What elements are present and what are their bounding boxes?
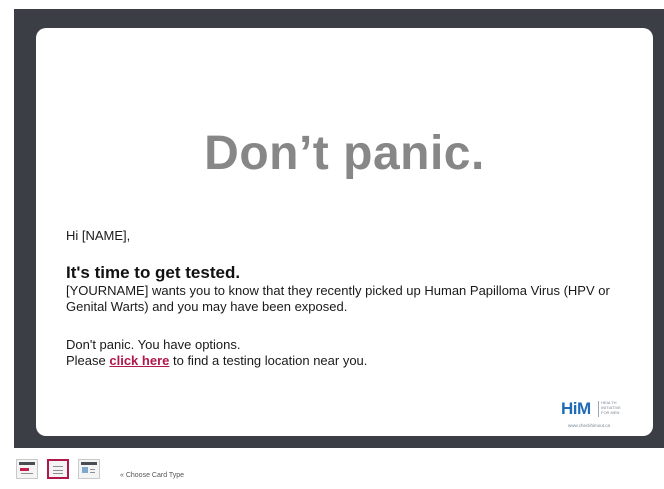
card-options: Don't panic. You have options. Please cl… (66, 337, 367, 369)
card-type-thumb-2[interactable] (47, 459, 69, 479)
cta-prefix: Please (66, 353, 110, 368)
thumb-text-line (21, 473, 33, 474)
thumb-image-block (82, 467, 88, 473)
thumb-text-line (53, 470, 63, 471)
cta-line: Please click here to find a testing loca… (66, 353, 367, 369)
ecard: Don’t panic. Hi [NAME], It's time to get… (36, 28, 653, 436)
choose-card-type-link[interactable]: « Choose Card Type (120, 472, 184, 479)
logo-url: www.checkhimout.ca (568, 423, 611, 428)
card-body: [YOURNAME] wants you to know that they r… (66, 283, 610, 314)
logo-words: HEALTH INITIATIVE FOR MEN (601, 400, 621, 415)
options-line: Don't panic. You have options. (66, 337, 241, 352)
logo-word-3: FOR MEN (601, 410, 620, 415)
card-headline: Don’t panic. (204, 127, 485, 180)
card-type-thumb-3[interactable] (78, 459, 100, 479)
card-subheading: It's time to get tested. (66, 263, 241, 282)
thumb-header-bar (81, 462, 97, 465)
cta-suffix: to find a testing location near you. (169, 353, 368, 368)
card-preview-frame: Don’t panic. Hi [NAME], It's time to get… (14, 9, 664, 448)
thumb-text-line (53, 466, 63, 467)
thumb-accent (20, 468, 29, 471)
thumb-text-line (90, 469, 95, 470)
him-logo: HiM HEALTH INITIATIVE FOR MEN www.checkh… (561, 399, 641, 433)
click-here-link[interactable]: click here (109, 353, 169, 368)
thumb-header-bar (19, 462, 35, 465)
logo-divider (598, 401, 599, 417)
logo-mark: HiM (561, 399, 591, 418)
card-greeting: Hi [NAME], (66, 228, 131, 243)
thumb-text-line (90, 472, 95, 473)
thumb-text-line (53, 473, 63, 474)
card-type-thumb-1[interactable] (16, 459, 38, 479)
